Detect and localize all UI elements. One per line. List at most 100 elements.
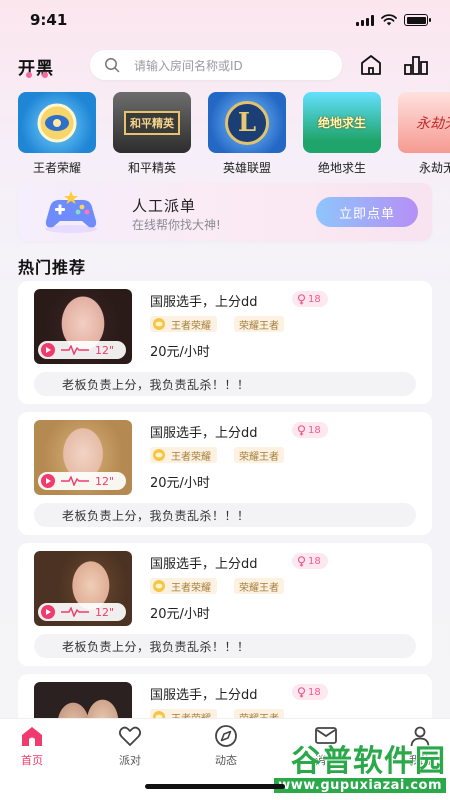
card-description: 老板负责上分，我负责乱杀！！！ (34, 634, 416, 658)
watermark-text: 谷普软件园 (291, 744, 446, 779)
game-item-hpjy[interactable]: 和平精英 和平精英 (112, 92, 192, 176)
game-label: 王者荣耀 (32, 161, 81, 175)
avatar-photo[interactable]: 12" (34, 289, 132, 364)
female-icon (297, 686, 306, 697)
gamepad-icon (45, 191, 97, 233)
game-tile-lol: L (208, 92, 286, 153)
hpjy-logo: 和平精英 (124, 110, 180, 135)
female-icon (297, 555, 306, 566)
game-tag: 王者荣耀 (150, 316, 217, 332)
watermark-url: www.gupuxiazai.com (274, 778, 446, 793)
rank-tag: 荣耀王者 (234, 578, 284, 594)
play-icon (41, 343, 55, 357)
waveform-icon (61, 345, 89, 355)
game-tile-hpjy: 和平精英 (113, 92, 191, 153)
status-bar: 9:41 (0, 0, 450, 44)
game-tag-text: 王者荣耀 (171, 451, 211, 463)
voice-duration: 12" (95, 605, 115, 619)
game-label: 永劫无 (418, 161, 450, 175)
lol-logo: L (225, 100, 269, 145)
card-description: 老板负责上分，我负责乱杀！！！ (34, 372, 416, 396)
top-header: 开黑 请输入房间名称或ID (0, 48, 450, 82)
home-indicator (145, 784, 285, 789)
game-tag: 王者荣耀 (150, 447, 217, 463)
voice-duration: 12" (95, 343, 115, 357)
card-title: 国服选手，上分dd (150, 426, 258, 441)
ranking-icon[interactable] (403, 52, 429, 78)
price: 20元/小时 (150, 607, 210, 622)
game-label: 绝地求生 (317, 161, 366, 175)
price: 20元/小时 (150, 345, 210, 360)
card-title: 国服选手，上分dd (150, 688, 258, 703)
game-tile-yjwj: 永劫无 (398, 92, 450, 153)
gender-age-badge: 18 (292, 291, 328, 307)
game-item-yjwj[interactable]: 永劫无 永劫无 (397, 92, 450, 176)
recommend-card[interactable]: 12" 国服选手，上分dd 18 王者荣耀 荣耀王者 20元/小时 老板负责上分… (18, 412, 432, 535)
tab-label: 首页 (21, 754, 43, 767)
status-icons (356, 14, 431, 26)
game-item-pubg[interactable]: 绝地求生 绝地求生 (302, 92, 382, 176)
tab-party[interactable]: 派对 (100, 723, 160, 768)
rank-tag: 荣耀王者 (234, 316, 284, 332)
dispatch-banner[interactable]: 人工派单 在线帮你找大神! 立即点单 (18, 183, 432, 241)
section-title: 热门推荐 (18, 258, 87, 277)
age: 18 (308, 555, 321, 567)
play-icon (41, 605, 55, 619)
compass-icon (215, 725, 237, 747)
voice-player[interactable]: 12" (38, 603, 126, 621)
wzry-tag-icon (153, 580, 165, 592)
banner-subtitle: 在线帮你找大神! (132, 218, 221, 232)
wzry-tag-icon (153, 449, 165, 461)
wzry-tag-icon (153, 318, 165, 330)
tab-label: 派对 (119, 754, 141, 767)
rank-tag: 荣耀王者 (234, 447, 284, 463)
search-icon (105, 58, 120, 73)
card-title: 国服选手，上分dd (150, 557, 258, 572)
game-category-list: 王者荣耀 和平精英 和平精英 L 英雄联盟 绝地求生 绝地求生 永劫无 永劫无 (17, 92, 450, 176)
battery-icon (404, 14, 431, 26)
game-label: 英雄联盟 (222, 161, 271, 175)
status-time: 9:41 (30, 11, 68, 29)
price: 20元/小时 (150, 476, 210, 491)
female-icon (297, 424, 306, 435)
age: 18 (308, 293, 321, 305)
gender-age-badge: 18 (292, 553, 328, 569)
waveform-icon (61, 476, 89, 486)
site-watermark: 谷普软件园 www.gupuxiazai.com (246, 736, 450, 800)
avatar-photo[interactable]: 12" (34, 420, 132, 495)
home-icon (22, 727, 42, 746)
yjwj-logo: 永劫无 (416, 115, 450, 132)
card-title: 国服选手，上分dd (150, 295, 258, 310)
recommend-card[interactable]: 12" 国服选手，上分dd 18 王者荣耀 荣耀王者 20元/小时 老板负责上分… (18, 281, 432, 404)
age: 18 (308, 686, 321, 698)
search-bar[interactable]: 请输入房间名称或ID (90, 50, 342, 80)
female-icon (297, 293, 306, 304)
gender-age-badge: 18 (292, 422, 328, 438)
game-item-lol[interactable]: L 英雄联盟 (207, 92, 287, 176)
voice-duration: 12" (95, 474, 115, 488)
tab-label: 动态 (215, 754, 237, 767)
banner-title: 人工派单 (132, 197, 197, 215)
search-placeholder: 请输入房间名称或ID (134, 58, 243, 73)
voice-player[interactable]: 12" (38, 341, 126, 359)
game-tile-pubg: 绝地求生 (303, 92, 381, 153)
game-item-wzry[interactable]: 王者荣耀 (17, 92, 97, 176)
wzry-logo-icon (37, 103, 77, 142)
game-tile-wzry (18, 92, 96, 153)
recommend-card[interactable]: 12" 国服选手，上分dd 18 王者荣耀 荣耀王者 20元/小时 老板负责上分… (18, 543, 432, 666)
card-description: 老板负责上分，我负责乱杀！！！ (34, 503, 416, 527)
game-tag: 王者荣耀 (150, 578, 217, 594)
brand-decoration (18, 72, 58, 78)
game-label: 和平精英 (127, 161, 176, 175)
voice-player[interactable]: 12" (38, 472, 126, 490)
avatar-photo[interactable]: 12" (34, 551, 132, 626)
house-icon[interactable] (358, 52, 384, 78)
waveform-icon (61, 607, 89, 617)
game-tag-text: 王者荣耀 (171, 320, 211, 332)
age: 18 (308, 424, 321, 436)
pubg-logo: 绝地求生 (317, 116, 366, 130)
gender-age-badge: 18 (292, 684, 328, 700)
order-now-button[interactable]: 立即点单 (316, 197, 418, 227)
tab-home[interactable]: 首页 (2, 723, 62, 768)
heart-icon (118, 726, 142, 746)
